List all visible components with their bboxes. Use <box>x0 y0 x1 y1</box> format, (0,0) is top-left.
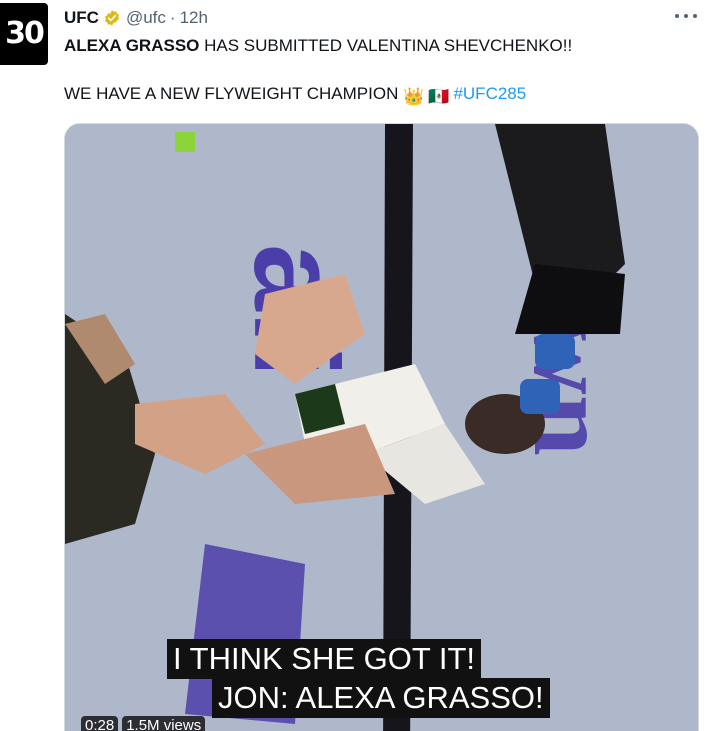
tweet-header: UFC @ufc · 12h <box>64 7 208 29</box>
verified-badge-icon[interactable] <box>103 9 121 27</box>
tweet-card[interactable]: 30 UFC @ufc · 12h ALEXA GRASSO HAS SUBMI… <box>0 0 721 731</box>
crown-emoji: 👑 <box>403 87 425 106</box>
tweet-text-line-2-text: WE HAVE A NEW FLYWEIGHT CHAMPION <box>64 84 404 103</box>
tweet-text-line-2: WE HAVE A NEW FLYWEIGHT CHAMPION 👑 🇲🇽 #UFC… <box>64 82 704 109</box>
video-meta: 0:28 1.5M views <box>81 716 206 731</box>
header-separator: · <box>169 8 176 27</box>
tweet-timestamp[interactable]: 12h <box>180 8 208 28</box>
author-handle[interactable]: @ufc <box>126 8 166 28</box>
tweet-text-line-1: ALEXA GRASSO HAS SUBMITTED VALENTINA SHE… <box>64 34 704 58</box>
mexico-flag-emoji: 🇲🇽 <box>428 87 450 106</box>
video-caption-line-2: JON: ALEXA GRASSO! <box>212 678 550 718</box>
tweet-text-line-1-rest: HAS SUBMITTED VALENTINA SHEVCHENKO!! <box>199 36 573 55</box>
more-options-icon[interactable] <box>675 6 697 26</box>
tweet-text-bold-name: ALEXA GRASSO <box>64 36 200 55</box>
avatar[interactable]: 30 <box>0 3 48 65</box>
video-caption-line-1: I THINK SHE GOT IT! <box>167 639 482 679</box>
tweet-text: ALEXA GRASSO HAS SUBMITTED VALENTINA SHE… <box>64 34 704 109</box>
author-display-name[interactable]: UFC <box>64 8 99 28</box>
avatar-logo-text: 30 <box>5 16 45 51</box>
hashtag-link[interactable]: #UFC285 <box>453 84 526 103</box>
video-duration: 0:28 <box>81 716 119 731</box>
video-player[interactable]: ali Crown I THINK SHE GOT IT! JON <box>64 123 699 731</box>
video-view-count: 1.5M views <box>122 716 206 731</box>
